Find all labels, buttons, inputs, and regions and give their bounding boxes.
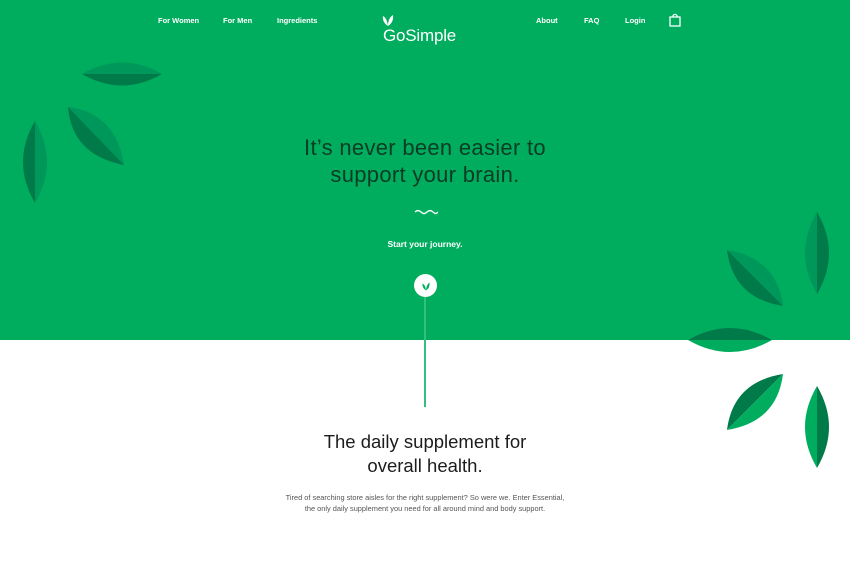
squiggle-icon xyxy=(414,209,438,215)
logo-text: GoSimple xyxy=(383,26,457,45)
nav-about[interactable]: About xyxy=(536,16,558,25)
leaf-icon xyxy=(421,282,430,290)
nav-for-men[interactable]: For Men xyxy=(223,16,252,25)
leaf-logo-icon xyxy=(382,15,394,26)
hero-title-line-1: It’s never been easier to xyxy=(304,135,546,160)
hero-title-line-2: support your brain. xyxy=(330,162,520,187)
leaf-decoration-1 xyxy=(82,62,162,86)
leaf-decoration-4 xyxy=(805,212,829,294)
section-title-line-2: overall health. xyxy=(367,455,483,476)
journey-connector-line xyxy=(424,297,426,407)
nav-faq[interactable]: FAQ xyxy=(584,16,599,25)
section-body-text: Tired of searching store aisles for the … xyxy=(285,493,565,513)
nav-for-women[interactable]: For Women xyxy=(158,16,199,25)
journey-circle-button[interactable] xyxy=(414,274,437,297)
leaf-decoration-6 xyxy=(688,328,772,352)
shopping-bag-icon[interactable] xyxy=(669,13,681,27)
leaf-decoration-7 xyxy=(727,374,783,430)
nav-login[interactable]: Login xyxy=(625,16,645,25)
nav-ingredients[interactable]: Ingredients xyxy=(277,16,317,25)
leaf-decoration-5 xyxy=(727,250,783,306)
start-journey-link[interactable]: Start your journey. xyxy=(0,239,850,249)
section-title-line-1: The daily supplement for xyxy=(323,431,527,452)
brand-logo[interactable]: GoSimple xyxy=(381,10,456,45)
